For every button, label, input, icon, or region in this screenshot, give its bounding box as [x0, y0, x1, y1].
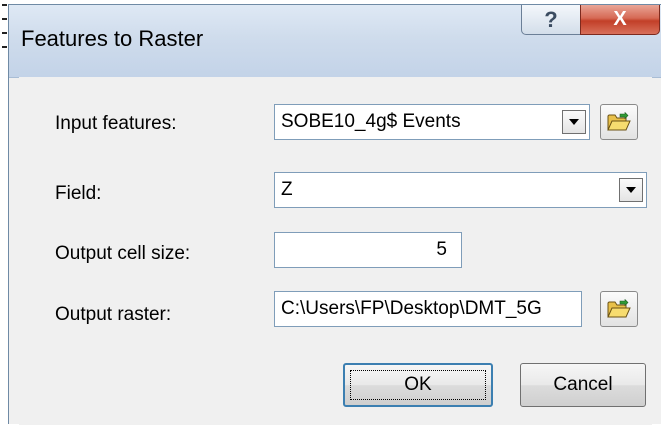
output-raster-browse-button[interactable]	[600, 291, 638, 327]
input-features-browse-button[interactable]	[600, 104, 638, 140]
output-cell-size-value: 5	[436, 239, 447, 260]
title-bar[interactable]: Features to Raster ? X	[9, 5, 661, 78]
edge-mark	[2, 4, 7, 6]
edge-mark	[2, 18, 7, 20]
input-features-dropdown-button[interactable]	[562, 110, 586, 134]
edge-mark	[2, 46, 7, 48]
input-features-combo[interactable]: SOBE10_4g$ Events	[274, 104, 590, 140]
cancel-button[interactable]: Cancel	[520, 363, 646, 407]
field-value: Z	[281, 179, 293, 200]
field-label: Field:	[55, 183, 102, 204]
field-combo[interactable]: Z	[274, 172, 647, 208]
focus-rectangle	[350, 370, 486, 400]
chevron-down-icon	[626, 187, 636, 193]
open-folder-icon	[607, 299, 631, 318]
output-raster-label: Output raster:	[55, 304, 172, 325]
cancel-button-label: Cancel	[553, 374, 613, 395]
open-folder-icon	[607, 112, 631, 131]
edge-mark	[2, 32, 7, 34]
window-title: Features to Raster	[21, 26, 204, 51]
ok-button[interactable]: OK	[343, 363, 493, 407]
chevron-down-icon	[569, 119, 579, 125]
close-icon: X	[613, 8, 627, 30]
field-dropdown-button[interactable]	[619, 178, 643, 202]
features-to-raster-dialog: Features to Raster ? X Input features: S…	[8, 4, 661, 425]
help-icon: ?	[544, 6, 558, 32]
background-edge	[0, 0, 8, 424]
output-cell-size-input[interactable]: 5	[274, 232, 462, 268]
input-features-value: SOBE10_4g$ Events	[281, 111, 461, 132]
input-features-label: Input features:	[55, 113, 177, 134]
close-button[interactable]: X	[580, 5, 660, 35]
dialog-body: Input features: SOBE10_4g$ Events Field:…	[19, 77, 652, 425]
output-raster-value: C:\Users\FP\Desktop\DMT_5G	[281, 298, 542, 319]
output-raster-input[interactable]: C:\Users\FP\Desktop\DMT_5G	[274, 291, 582, 327]
help-button[interactable]: ?	[521, 5, 581, 35]
output-cell-size-label: Output cell size:	[55, 243, 191, 264]
